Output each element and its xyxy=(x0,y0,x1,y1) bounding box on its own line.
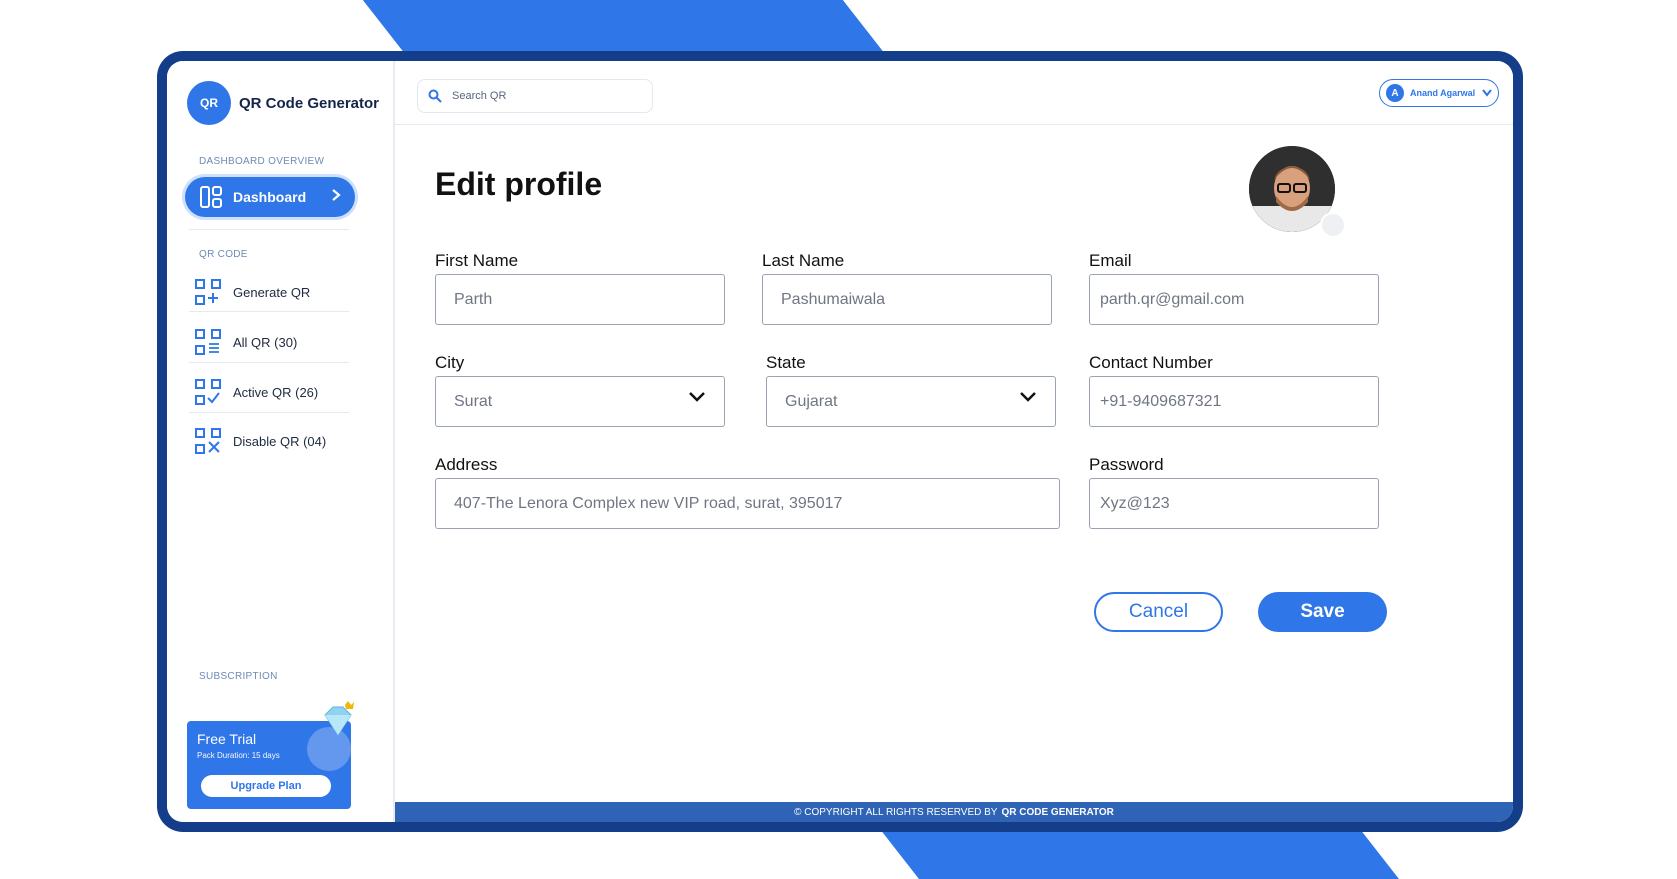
sidebar-item-label: Generate QR xyxy=(233,284,311,300)
qr-list-icon xyxy=(195,329,221,355)
search-icon xyxy=(428,89,442,103)
qr-disable-icon xyxy=(195,428,221,454)
sidebar-item-label: Disable QR (04) xyxy=(233,433,327,449)
chevron-down-icon xyxy=(1020,392,1036,402)
footer: © COPYRIGHT ALL RIGHTS RESERVED BY QR CO… xyxy=(395,802,1513,822)
upgrade-plan-button[interactable]: Upgrade Plan xyxy=(201,775,331,797)
search-input[interactable]: Search QR xyxy=(417,79,653,113)
sidebar-item-label: All QR (30) xyxy=(233,334,298,350)
address-value: 407-The Lenora Complex new VIP road, sur… xyxy=(454,494,843,512)
state-label: State xyxy=(766,353,806,372)
divider xyxy=(189,412,349,413)
first-name-label: First Name xyxy=(435,251,519,270)
section-label-overview: DASHBOARD OVERVIEW xyxy=(199,156,325,167)
dashboard-label: Dashboard xyxy=(233,189,307,205)
qr-check-icon xyxy=(195,379,221,405)
sidebar-item-all-qr[interactable]: All QR (30) xyxy=(195,329,297,355)
password-value: Xyz@123 xyxy=(1100,494,1170,512)
contact-label: Contact Number xyxy=(1089,353,1213,372)
diamond-crown-icon xyxy=(324,701,354,736)
brand-name: QR Code Generator xyxy=(239,94,380,112)
dashboard-icon xyxy=(199,185,223,209)
brand-logo-text: QR xyxy=(200,96,218,110)
address-field[interactable]: 407-The Lenora Complex new VIP road, sur… xyxy=(435,478,1060,529)
address-label: Address xyxy=(435,455,498,474)
first-name-field[interactable]: Parth xyxy=(435,274,725,325)
city-select[interactable]: Surat xyxy=(435,376,725,427)
last-name-field[interactable]: Pashumaiwala xyxy=(762,274,1052,325)
section-label-subscription: SUBSCRIPTION xyxy=(199,671,278,682)
email-label: Email xyxy=(1089,251,1132,270)
user-menu[interactable]: A Anand Agarwal xyxy=(1379,79,1499,107)
footer-text: © COPYRIGHT ALL RIGHTS RESERVED BY xyxy=(794,806,998,818)
city-label: City xyxy=(435,353,465,372)
contact-field[interactable]: +91-9409687321 xyxy=(1089,376,1379,427)
subscription-duration: Pack Duration: 15 days xyxy=(197,751,280,760)
state-value: Gujarat xyxy=(785,392,838,410)
sidebar-item-active-qr[interactable]: Active QR (26) xyxy=(195,379,318,405)
top-header: Search QR A Anand Agarwal xyxy=(395,61,1513,125)
avatar-edit-badge[interactable] xyxy=(1320,212,1346,238)
user-name: Anand Agarwal xyxy=(1410,88,1476,98)
app-screen: QR QR Code Generator DASHBOARD OVERVIEW … xyxy=(167,61,1513,822)
password-label: Password xyxy=(1089,455,1164,474)
search-placeholder: Search QR xyxy=(452,90,507,102)
sidebar-item-disable-qr[interactable]: Disable QR (04) xyxy=(195,428,326,454)
user-avatar: A xyxy=(1386,84,1404,102)
page-title: Edit profile xyxy=(435,166,603,202)
sidebar-item-dashboard[interactable]: Dashboard xyxy=(185,177,355,217)
chevron-down-icon xyxy=(689,392,705,402)
divider xyxy=(189,362,349,363)
contact-value: +91-9409687321 xyxy=(1100,392,1222,410)
email-value: parth.qr@gmail.com xyxy=(1100,290,1245,308)
state-select[interactable]: Gujarat xyxy=(766,376,1056,427)
sidebar-item-generate-qr[interactable]: Generate QR xyxy=(195,279,310,305)
divider xyxy=(189,229,349,230)
sidebar: QR QR Code Generator DASHBOARD OVERVIEW … xyxy=(167,61,395,822)
chevron-down-icon xyxy=(1482,89,1492,97)
qr-add-icon xyxy=(195,279,221,305)
email-field[interactable]: parth.qr@gmail.com xyxy=(1089,274,1379,325)
sidebar-item-label: Active QR (26) xyxy=(233,384,319,400)
city-value: Surat xyxy=(454,392,493,410)
section-label-qr: QR CODE xyxy=(199,249,248,260)
last-name-value: Pashumaiwala xyxy=(781,290,886,308)
first-name-value: Parth xyxy=(454,290,493,308)
save-button[interactable]: Save xyxy=(1258,592,1387,632)
cancel-button[interactable]: Cancel xyxy=(1094,592,1223,632)
stage: QR QR Code Generator DASHBOARD OVERVIEW … xyxy=(0,0,1677,879)
footer-brand: QR CODE GENERATOR xyxy=(1001,806,1114,818)
password-field[interactable]: Xyz@123 xyxy=(1089,478,1379,529)
divider xyxy=(189,311,349,312)
brand[interactable]: QR QR Code Generator xyxy=(187,81,379,125)
chevron-right-icon xyxy=(331,188,341,206)
qr-logo-icon: QR xyxy=(187,81,231,125)
last-name-label: Last Name xyxy=(762,251,845,270)
